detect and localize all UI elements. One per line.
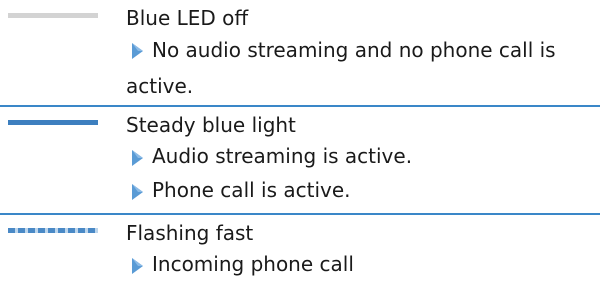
status-title: Blue LED off [126, 6, 249, 30]
status-row-flashing-fast: Flashing fast Incoming phone call [0, 215, 600, 286]
status-item-text: Incoming phone call [152, 252, 354, 276]
status-item-text: Phone call is active. [152, 178, 351, 202]
status-item: Audio streaming is active. [126, 139, 590, 173]
status-row-steady-light: Steady blue light Audio streaming is act… [0, 107, 600, 215]
status-item-text: Audio streaming is active. [152, 144, 413, 168]
status-item: Phone call is active. [126, 173, 590, 207]
status-title: Flashing fast [126, 221, 254, 245]
status-title: Steady blue light [126, 113, 296, 137]
led-flashing-indicator [8, 228, 98, 233]
status-item: No audio streaming and no phone call is … [126, 32, 590, 104]
status-content: Steady blue light Audio streaming is act… [126, 111, 590, 207]
status-row-led-off: Blue LED off No audio streaming and no p… [0, 0, 600, 107]
status-content: Flashing fast Incoming phone call [126, 219, 590, 281]
led-status-table: Blue LED off No audio streaming and no p… [0, 0, 600, 286]
led-steady-indicator [8, 120, 98, 125]
status-content: Blue LED off No audio streaming and no p… [126, 4, 590, 104]
status-item: Incoming phone call [126, 247, 590, 281]
led-off-indicator [8, 13, 98, 18]
status-item-text: No audio streaming and no phone call is … [126, 38, 556, 98]
